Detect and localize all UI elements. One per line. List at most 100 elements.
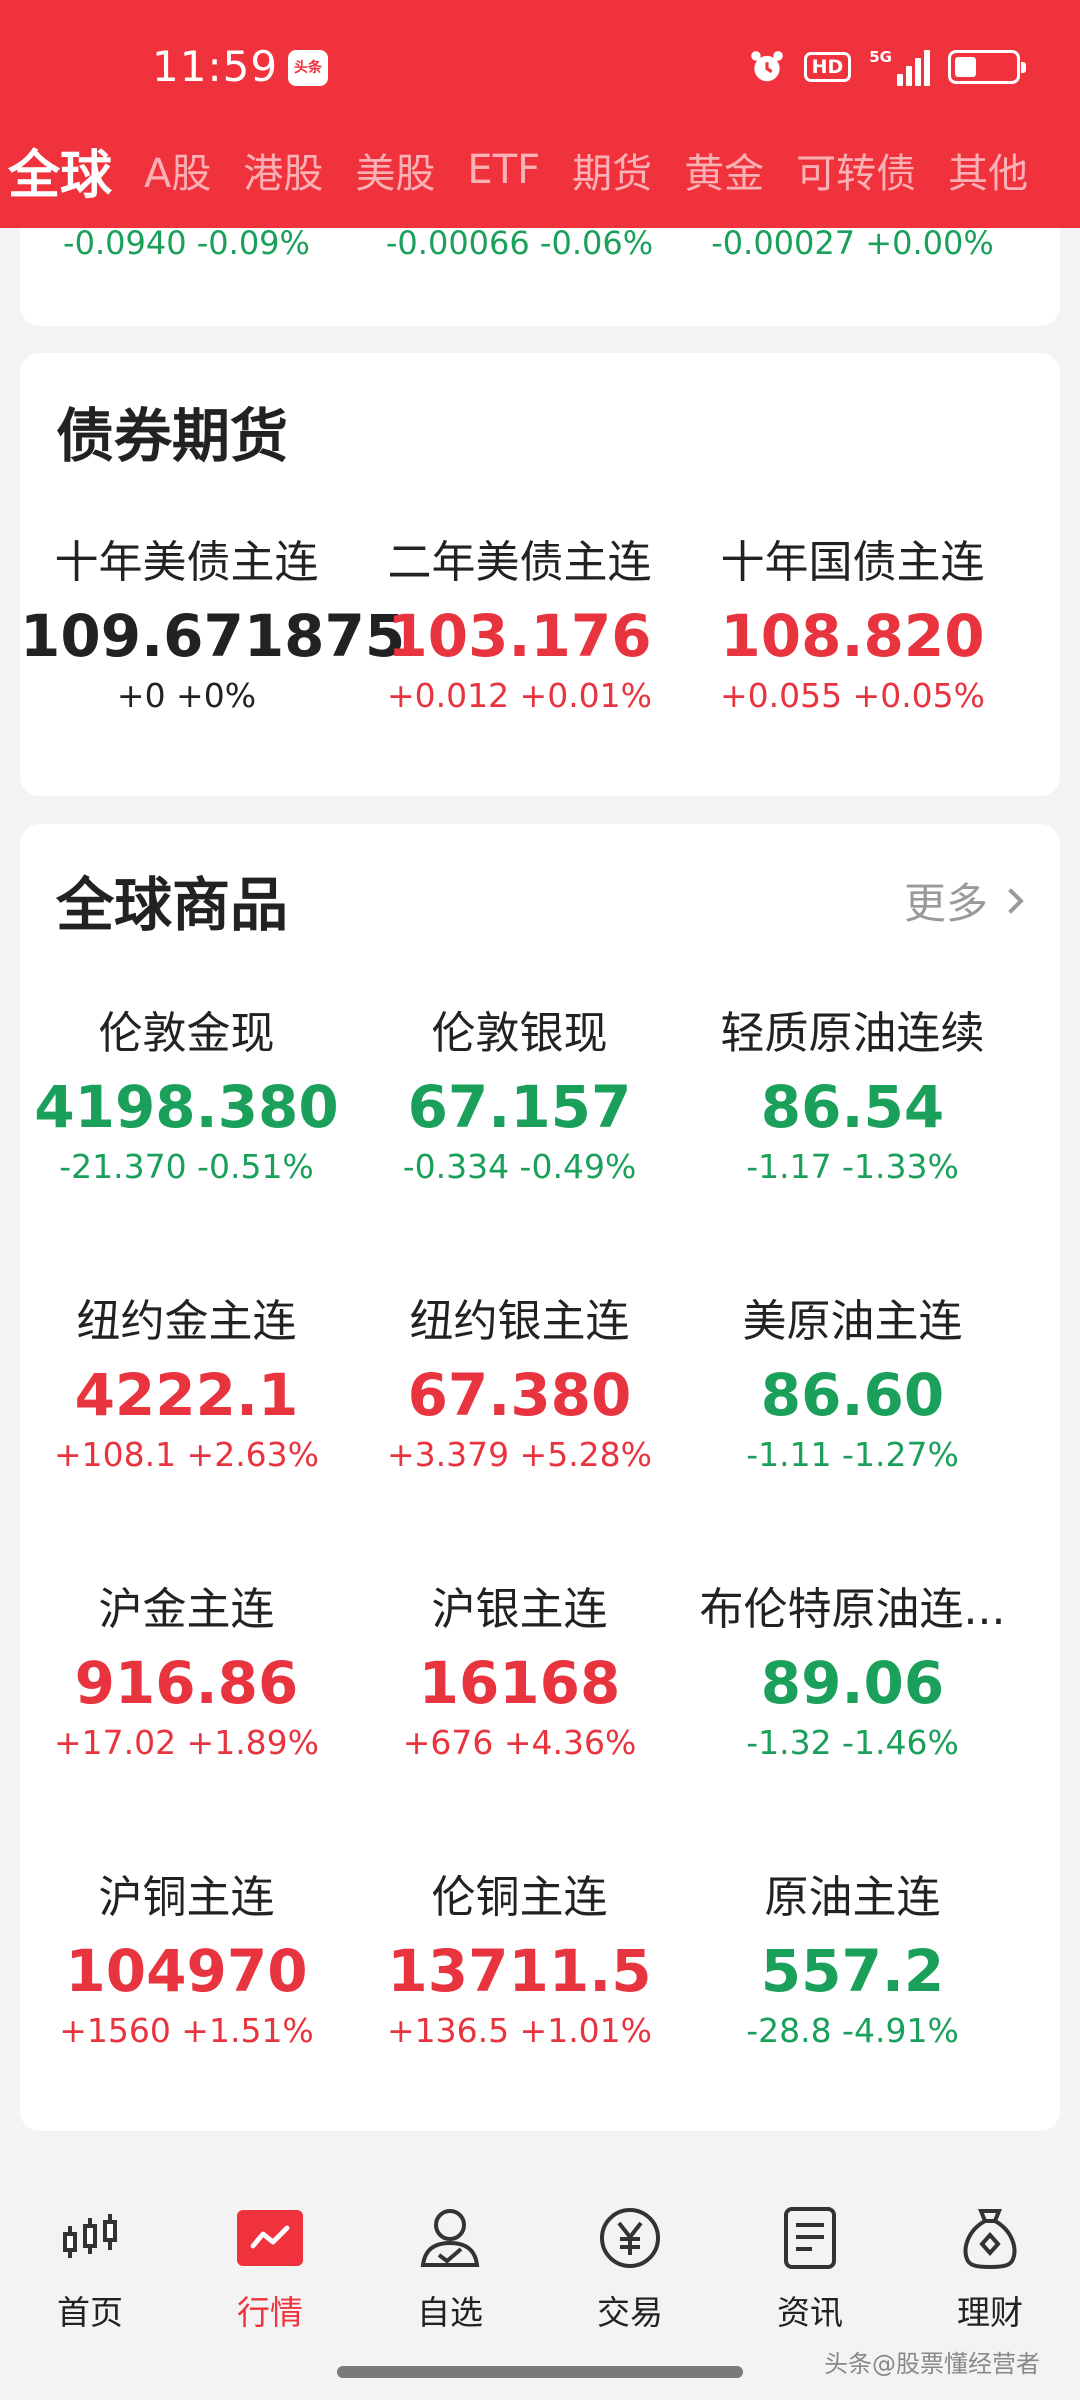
commodity-price: 16168	[418, 1649, 621, 1717]
more-label: 更多	[903, 879, 988, 928]
commodity-name: 沪银主连	[431, 1584, 608, 1635]
tab-6[interactable]: 黄金	[684, 141, 764, 199]
commodity-item[interactable]: 沪铜主连 104970 +1560 +1.51%	[20, 1868, 353, 2156]
bond-item[interactable]: 十年国债主连 108.820 +0.055 +0.05%	[686, 533, 1019, 821]
bond-futures-grid: 十年美债主连 109.671875 +0 +0% 二年美债主连 103.176 +0.01…	[20, 533, 1060, 821]
commodity-price: 104970	[65, 1937, 308, 2005]
person-check-icon	[414, 2202, 486, 2274]
alarm-clock-icon	[750, 51, 783, 82]
bond-name: 十年国债主连	[720, 537, 985, 588]
bond-change: +0 +0%	[116, 676, 257, 715]
tab-8[interactable]: 其他	[948, 141, 1028, 199]
bond-change: +0.055 +0.05%	[719, 676, 986, 715]
commodity-change: -21.370 -0.51%	[59, 1147, 314, 1186]
bond-futures-title: 债券期货	[56, 402, 289, 470]
bond-item[interactable]: 十年美债主连 109.671875 +0 +0%	[20, 533, 405, 821]
commodity-item[interactable]: 伦敦银现 67.157 -0.334 -0.49%	[353, 1004, 686, 1292]
commodity-price: 67.380	[407, 1361, 632, 1429]
more-link[interactable]: 更多	[903, 870, 1024, 931]
tab-1[interactable]: A股	[144, 141, 211, 199]
nav-item-2[interactable]: 自选	[360, 2202, 540, 2334]
nav-items: 首页 行情 自选 交易 资讯 理财	[0, 2160, 1080, 2334]
commodity-name: 轻质原油连续	[720, 1008, 985, 1059]
bond-name: 十年美债主连	[54, 537, 319, 588]
commodity-price: 67.157	[407, 1073, 632, 1141]
signal-strength-icon: 5G	[869, 48, 930, 86]
nav-item-0[interactable]: 首页	[0, 2202, 180, 2334]
global-commodities-card: 全球商品 更多 伦敦金现 4198.380 -21.370 -0.51% 伦敦银现 67…	[20, 824, 1060, 2131]
commodity-change: -1.32 -1.46%	[746, 1723, 959, 1762]
commodity-name: 布伦特原油连...	[699, 1584, 1006, 1635]
commodity-item[interactable]: 沪银主连 16168 +676 +4.36%	[353, 1580, 686, 1868]
commodity-change: -0.334 -0.49%	[402, 1147, 637, 1186]
fx-change-3[interactable]: -0.00027 +0.00%	[686, 224, 1019, 262]
commodity-change: -28.8 -4.91%	[746, 2011, 959, 2050]
commodity-name: 纽约金主连	[76, 1296, 297, 1347]
market-tab-bar: 全球 A股 港股 美股 ETF 期货 黄金 可转债 其他	[0, 130, 1080, 210]
commodity-name: 伦敦银现	[431, 1008, 608, 1059]
tab-3[interactable]: 美股	[355, 141, 435, 199]
tab-7[interactable]: 可转债	[796, 141, 916, 199]
hd-call-badge: HD	[803, 52, 852, 82]
fx-change-row: -0.0940 -0.09% -0.00066 -0.06% -0.00027 …	[20, 224, 1060, 262]
commodity-change: +676 +4.36%	[402, 1723, 637, 1762]
commodity-item[interactable]: 纽约金主连 4222.1 +108.1 +2.63%	[20, 1292, 353, 1580]
bond-change: +0.012 +0.01%	[386, 676, 653, 715]
commodity-item[interactable]: 沪金主连 916.86 +17.02 +1.89%	[20, 1580, 353, 1868]
document-icon	[774, 2202, 846, 2274]
toutiao-notification-icon: 头条	[288, 50, 328, 86]
nav-label: 交易	[597, 2293, 663, 2332]
commodity-price: 4222.1	[74, 1361, 299, 1429]
money-bag-icon	[954, 2202, 1026, 2274]
commodity-item[interactable]: 伦敦金现 4198.380 -21.370 -0.51%	[20, 1004, 353, 1292]
commodities-grid: 伦敦金现 4198.380 -21.370 -0.51% 伦敦银现 67.157 -0.3…	[20, 1004, 1060, 2156]
battery-icon	[948, 50, 1026, 84]
tab-4[interactable]: ETF	[467, 147, 540, 193]
commodity-item[interactable]: 伦铜主连 13711.5 +136.5 +1.01%	[353, 1868, 686, 2156]
commodity-price: 557.2	[760, 1937, 945, 2005]
commodity-item[interactable]: 布伦特原油连... 89.06 -1.32 -1.46%	[686, 1580, 1019, 1868]
status-icons: HD 5G	[748, 48, 1026, 86]
bond-price: 108.820	[720, 602, 985, 670]
commodity-item[interactable]: 轻质原油连续 86.54 -1.17 -1.33%	[686, 1004, 1019, 1292]
nav-item-3[interactable]: 交易	[540, 2202, 720, 2334]
status-time: 11:59	[152, 42, 279, 91]
commodity-name: 沪铜主连	[98, 1872, 275, 1923]
commodity-change: +3.379 +5.28%	[386, 1435, 653, 1474]
candlestick-icon	[54, 2202, 126, 2274]
commodity-change: -1.11 -1.27%	[746, 1435, 959, 1474]
fx-change-2[interactable]: -0.00066 -0.06%	[353, 224, 686, 262]
chevron-right-icon	[998, 887, 1024, 914]
network-type-label: 5G	[869, 48, 892, 66]
bond-item[interactable]: 二年美债主连 103.176 +0.012 +0.01%	[353, 533, 686, 821]
market-chart-icon	[234, 2202, 306, 2274]
tab-5[interactable]: 期货	[572, 141, 652, 199]
commodity-item[interactable]: 原油主连 557.2 -28.8 -4.91%	[686, 1868, 1019, 2156]
nav-item-4[interactable]: 资讯	[720, 2202, 900, 2334]
commodity-change: -1.17 -1.33%	[746, 1147, 959, 1186]
commodity-name: 原油主连	[764, 1872, 941, 1923]
nav-item-5[interactable]: 理财	[900, 2202, 1080, 2334]
app-header: 11:59 头条 HD 5G 全球 A股 港股 美股 ETF 期货 黄金 可转债 其他	[0, 0, 1080, 228]
bond-price: 103.176	[387, 602, 652, 670]
home-indicator[interactable]	[337, 2366, 743, 2378]
commodity-item[interactable]: 美原油主连 86.60 -1.11 -1.27%	[686, 1292, 1019, 1580]
commodity-price: 4198.380	[34, 1073, 339, 1141]
fx-change-1[interactable]: -0.0940 -0.09%	[20, 224, 353, 262]
commodity-price: 13711.5	[387, 1937, 652, 2005]
commodity-price: 89.06	[760, 1649, 945, 1717]
commodity-item[interactable]: 纽约银主连 67.380 +3.379 +5.28%	[353, 1292, 686, 1580]
commodity-name: 伦敦金现	[98, 1008, 275, 1059]
commodity-name: 美原油主连	[742, 1296, 963, 1347]
nav-item-1[interactable]: 行情	[180, 2202, 360, 2334]
global-commodities-title: 全球商品	[56, 871, 289, 939]
commodity-change: +1560 +1.51%	[59, 2011, 314, 2050]
bond-name: 二年美债主连	[387, 537, 652, 588]
commodity-price: 916.86	[74, 1649, 299, 1717]
tab-2[interactable]: 港股	[243, 141, 323, 199]
commodity-change: +136.5 +1.01%	[386, 2011, 653, 2050]
watermark: 头条@股票懂经营者	[824, 2350, 1040, 2378]
yuan-coin-icon	[594, 2202, 666, 2274]
tab-0[interactable]: 全球	[8, 133, 112, 208]
commodity-change: +17.02 +1.89%	[53, 1723, 320, 1762]
